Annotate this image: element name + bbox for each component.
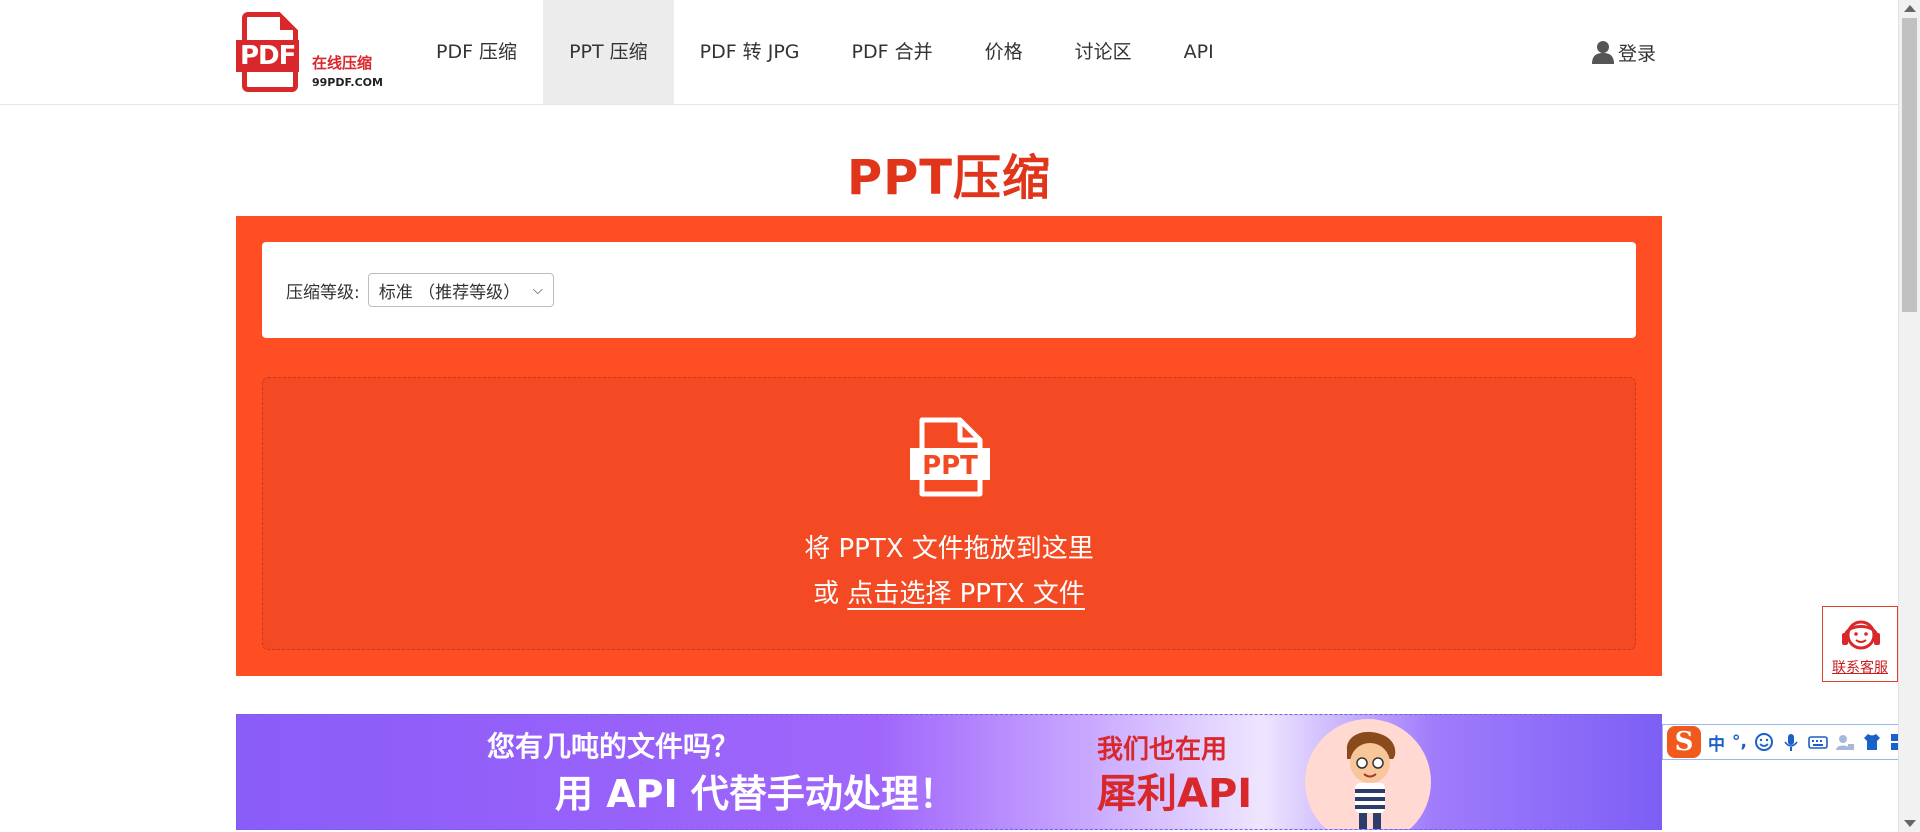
banner-right-brand: 犀利API — [1097, 771, 1253, 817]
dropzone-select-line: 或 点击选择 PPTX 文件 — [263, 573, 1635, 610]
nav-ppt-compress[interactable]: PPT 压缩 — [543, 0, 674, 104]
ime-language-toggle[interactable]: 中 — [1708, 730, 1725, 755]
login-label: 登录 — [1618, 42, 1657, 65]
tool-panel: 压缩等级: 标准 （推荐等级） ⌵ PPT 将 PPTX 文件拖放到这里 或 点… — [236, 216, 1662, 676]
skin-shirt-icon[interactable] — [1862, 732, 1882, 752]
logo-tagline: 在线压缩 — [312, 54, 373, 72]
ime-punctuation-toggle[interactable]: °, — [1732, 732, 1747, 752]
file-dropzone[interactable]: PPT 将 PPTX 文件拖放到这里 或 点击选择 PPTX 文件 — [262, 377, 1636, 650]
main-nav: PDF 压缩 PPT 压缩 PDF 转 JPG PDF 合并 价格 讨论区 AP… — [410, 0, 1240, 104]
nav-pdf-to-jpg[interactable]: PDF 转 JPG — [674, 0, 826, 104]
logo-pdf-text: PDF — [236, 40, 300, 72]
page-title: PPT压缩 — [846, 150, 1052, 206]
compression-level-value: 标准 （推荐等级） — [378, 282, 521, 303]
dropzone-instruction: 将 PPTX 文件拖放到这里 — [804, 534, 1094, 564]
scroll-up-arrow-icon[interactable] — [1904, 5, 1916, 12]
dropzone-or: 或 — [813, 579, 848, 609]
site-logo[interactable]: PDF 在线压缩 99PDF.COM — [236, 10, 386, 94]
ppt-file-icon: PPT — [910, 417, 990, 497]
login-button[interactable]: 登录 — [1592, 38, 1656, 66]
options-bar: 压缩等级: 标准 （推荐等级） ⌵ — [262, 242, 1636, 338]
page: PDF 在线压缩 99PDF.COM PDF 压缩 PPT 压缩 PDF 转 J… — [0, 0, 1920, 832]
site-header: PDF 在线压缩 99PDF.COM PDF 压缩 PPT 压缩 PDF 转 J… — [0, 0, 1898, 105]
emoji-icon[interactable] — [1754, 732, 1774, 752]
banner-subheadline: 用 API 代替手动处理！ — [555, 772, 957, 816]
cartoon-boy-icon — [1346, 731, 1396, 829]
headset-icon — [1842, 620, 1880, 650]
nav-pricing[interactable]: 价格 — [959, 0, 1049, 104]
compression-level-select[interactable]: 标准 （推荐等级） ⌵ — [367, 273, 554, 307]
ppt-icon-label: PPT — [922, 451, 978, 481]
customer-service-widget[interactable]: 联系客服 — [1822, 606, 1898, 682]
compression-level-label: 压缩等级: — [286, 282, 360, 303]
scroll-down-arrow-icon[interactable] — [1904, 820, 1916, 827]
nav-api[interactable]: API — [1158, 0, 1240, 104]
nav-pdf-merge[interactable]: PDF 合并 — [826, 0, 959, 104]
microphone-icon[interactable] — [1781, 732, 1801, 752]
nav-pdf-compress[interactable]: PDF 压缩 — [410, 0, 543, 104]
scroll-thumb[interactable] — [1902, 18, 1917, 312]
logo-site-name: 99PDF.COM — [312, 76, 383, 89]
chevron-down-icon: ⌵ — [532, 282, 543, 298]
customer-service-label: 联系客服 — [1832, 660, 1888, 676]
banner-headline: 您有几吨的文件吗？ — [487, 730, 740, 763]
keyboard-icon[interactable] — [1808, 732, 1828, 752]
user-profile-icon[interactable] — [1835, 732, 1855, 752]
ime-toolbar[interactable]: S 中 °, — [1662, 724, 1920, 760]
sogou-logo-icon[interactable]: S — [1667, 726, 1701, 758]
page-scrollbar[interactable] — [1898, 0, 1920, 832]
user-icon — [1592, 41, 1614, 64]
api-promo-banner[interactable]: 您有几吨的文件吗？ 用 API 代替手动处理！ 我们也在用 犀利API — [236, 714, 1662, 830]
select-file-link[interactable]: 点击选择 PPTX 文件 — [847, 579, 1085, 609]
nav-forum[interactable]: 讨论区 — [1049, 0, 1158, 104]
